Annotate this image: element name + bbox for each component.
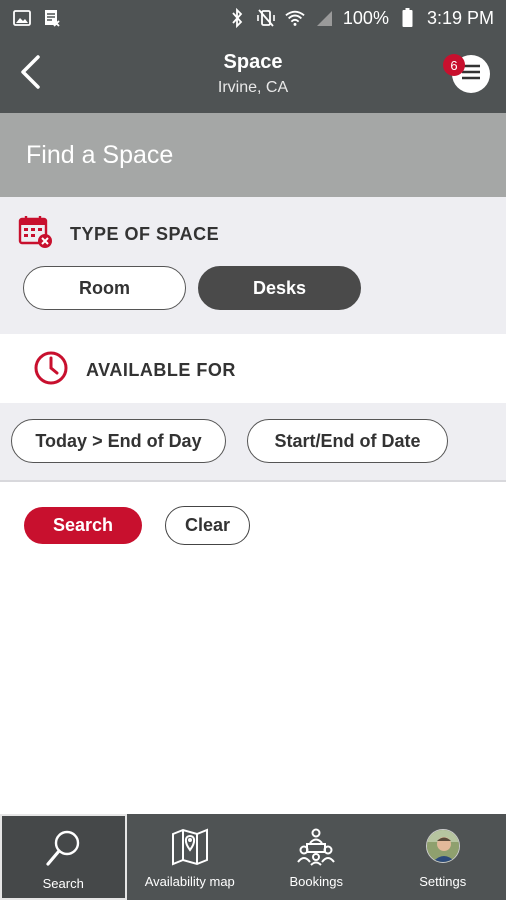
status-bar: 100% 3:19 PM (0, 0, 506, 36)
meeting-people-icon (296, 826, 336, 866)
avatar-wrapper (425, 826, 460, 866)
start-end-date-button[interactable]: Start/End of Date (247, 419, 448, 463)
magnifier-icon (43, 828, 83, 868)
bluetooth-icon (227, 8, 247, 28)
room-option-button[interactable]: Room (23, 266, 186, 310)
page-title: Space (223, 51, 283, 73)
nav-settings[interactable]: Settings (380, 814, 506, 900)
type-of-space-header: TYPE OF SPACE (18, 214, 219, 255)
battery-percent: 100% (342, 7, 389, 28)
nav-search-label: Search (42, 876, 84, 891)
availability-options-section: Today > End of Day Start/End of Date (0, 403, 506, 482)
nav-bookings-label: Bookings (289, 874, 343, 889)
battery-icon (398, 8, 418, 28)
available-for-header: AVAILABLE FOR (33, 350, 236, 391)
nav-availability-map[interactable]: Availability map (127, 814, 254, 900)
nav-search[interactable]: Search (0, 814, 127, 900)
calendar-cancel-icon (18, 214, 54, 255)
signal-icon (314, 8, 334, 28)
document-notification-icon (42, 8, 62, 28)
nav-settings-label: Settings (419, 874, 467, 889)
type-of-space-label: TYPE OF SPACE (70, 224, 220, 244)
app-header: Space Irvine, CA 6 (0, 36, 506, 113)
desks-option-button[interactable]: Desks (198, 266, 361, 310)
clear-button[interactable]: Clear (165, 506, 250, 545)
map-pin-icon (170, 826, 210, 866)
notification-badge: 6 (443, 54, 465, 76)
vibrate-mute-icon (256, 8, 276, 28)
avatar (425, 829, 460, 863)
nav-availability-map-label: Availability map (144, 874, 235, 889)
nav-bookings[interactable]: Bookings (253, 814, 380, 900)
available-for-label: AVAILABLE FOR (86, 360, 236, 380)
type-of-space-section: TYPE OF SPACE Room Desks (0, 197, 506, 334)
search-button[interactable]: Search (24, 507, 142, 544)
available-for-section: AVAILABLE FOR (0, 334, 506, 403)
clock-time: 3:19 PM (426, 7, 494, 28)
location-subtitle: Irvine, CA (217, 79, 289, 96)
bottom-navigation: Search Availability map Bookings Setting… (0, 814, 506, 900)
today-end-of-day-button[interactable]: Today > End of Day (11, 419, 226, 463)
image-notification-icon (12, 8, 32, 28)
wifi-icon (285, 8, 305, 28)
clock-icon (33, 350, 69, 391)
find-space-banner: Find a Space (0, 113, 506, 197)
section-title: Find a Space (26, 141, 174, 169)
